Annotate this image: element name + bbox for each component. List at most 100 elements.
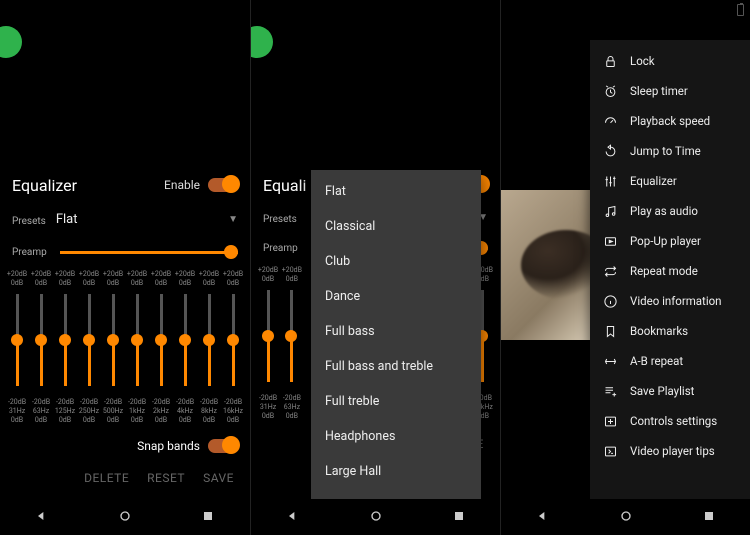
- menu-item-tips[interactable]: Video player tips: [590, 436, 750, 466]
- nav-back-icon[interactable]: [34, 508, 50, 527]
- eq-band-slider[interactable]: [54, 294, 76, 386]
- nav-back-icon[interactable]: [535, 508, 551, 527]
- presets-label: Presets: [12, 216, 46, 227]
- menu-item-label: Repeat mode: [630, 264, 698, 278]
- menu-item-label: Controls settings: [630, 414, 717, 428]
- db-bottom-label: -20dB8kHz0dB: [198, 398, 220, 425]
- eq-band-slider[interactable]: [126, 294, 148, 386]
- db-top-label: +20dB0dB: [150, 270, 172, 288]
- menu-item-label: Bookmarks: [630, 324, 688, 338]
- eq-band-slider[interactable]: [281, 290, 303, 382]
- db-bottom-label: -20dB125Hz0dB: [54, 398, 76, 425]
- menu-item-label: Lock: [630, 54, 655, 68]
- reset-button[interactable]: RESET: [147, 471, 185, 485]
- menu-item-lock[interactable]: Lock: [590, 46, 750, 76]
- preset-option[interactable]: Large Hall: [311, 454, 481, 489]
- eq-band-slider[interactable]: [78, 294, 100, 386]
- db-bottom-label: -20dB31Hz0dB: [6, 398, 28, 425]
- menu-item-bookmark[interactable]: Bookmarks: [590, 316, 750, 346]
- menu-item-label: Save Playlist: [630, 384, 694, 398]
- db-top-label: +20dB0dB: [222, 270, 244, 288]
- eq-bands: [0, 290, 250, 390]
- equalizer-title: Equalizer: [12, 176, 77, 195]
- nav-home-icon[interactable]: [618, 508, 634, 527]
- status-bar: [501, 0, 750, 20]
- bookmark-icon: [602, 323, 618, 339]
- menu-item-jump[interactable]: Jump to Time: [590, 136, 750, 166]
- preamp-label: Preamp: [12, 247, 52, 258]
- eq-band-slider[interactable]: [102, 294, 124, 386]
- db-top-label: +20dB0dB: [281, 266, 303, 284]
- chevron-down-icon: ▼: [228, 214, 238, 225]
- snap-bands-toggle[interactable]: [208, 439, 238, 453]
- menu-item-speed[interactable]: Playback speed: [590, 106, 750, 136]
- db-top-label: +20dB0dB: [78, 270, 100, 288]
- preamp-slider[interactable]: [60, 251, 238, 254]
- tips-icon: [602, 443, 618, 459]
- db-bottom-label: -20dB500Hz0dB: [102, 398, 124, 425]
- preset-option[interactable]: Dance: [311, 279, 481, 314]
- db-bottom-label: -20dB16kHz0dB: [222, 398, 244, 425]
- db-top-label: +20dB0dB: [102, 270, 124, 288]
- menu-item-audio[interactable]: Play as audio: [590, 196, 750, 226]
- preset-option[interactable]: Full bass: [311, 314, 481, 349]
- saveplaylist-icon: [602, 383, 618, 399]
- player-options-menu: Lock Sleep timer Playback speed Jump to …: [590, 40, 750, 499]
- preset-option[interactable]: Flat: [311, 174, 481, 209]
- save-button[interactable]: SAVE: [203, 471, 234, 485]
- nav-recent-icon[interactable]: [451, 508, 467, 527]
- android-navbar: [251, 499, 500, 535]
- db-top-label: +20dB0dB: [30, 270, 52, 288]
- eq-band-slider[interactable]: [174, 294, 196, 386]
- menu-item-repeat[interactable]: Repeat mode: [590, 256, 750, 286]
- jump-icon: [602, 143, 618, 159]
- preset-option[interactable]: Headphones: [311, 419, 481, 454]
- speed-icon: [602, 113, 618, 129]
- delete-button[interactable]: DELETE: [84, 471, 129, 485]
- nav-home-icon[interactable]: [117, 508, 133, 527]
- popup-icon: [602, 233, 618, 249]
- eq-band-slider[interactable]: [222, 294, 244, 386]
- alarm-icon: [602, 83, 618, 99]
- menu-item-abrepeat[interactable]: A-B repeat: [590, 346, 750, 376]
- eq-band-slider[interactable]: [198, 294, 220, 386]
- db-top-label: +20dB0dB: [198, 270, 220, 288]
- eq-band-slider[interactable]: [30, 294, 52, 386]
- screen-presets-open: Equali Presets ▼ Preamp +20dB0dB+20dB0dB…: [250, 0, 500, 535]
- menu-item-saveplaylist[interactable]: Save Playlist: [590, 376, 750, 406]
- enable-label: Enable: [164, 178, 200, 192]
- fab-button[interactable]: [0, 26, 22, 58]
- db-top-label: +20dB0dB: [6, 270, 28, 288]
- preset-option[interactable]: Classical: [311, 209, 481, 244]
- menu-item-equalizer[interactable]: Equalizer: [590, 166, 750, 196]
- abrepeat-icon: [602, 353, 618, 369]
- nav-recent-icon[interactable]: [200, 508, 216, 527]
- screen-equalizer: Equalizer Enable Presets Flat ▼ Preamp +…: [0, 0, 250, 535]
- presets-dropdown-menu: FlatClassicalClubDanceFull bassFull bass…: [311, 170, 481, 535]
- eq-band-slider[interactable]: [150, 294, 172, 386]
- nav-home-icon[interactable]: [368, 508, 384, 527]
- preset-dropdown[interactable]: Flat ▼: [56, 212, 238, 231]
- preset-option[interactable]: Full treble: [311, 384, 481, 419]
- android-navbar: [501, 499, 750, 535]
- menu-item-label: Equalizer: [630, 174, 677, 188]
- menu-item-alarm[interactable]: Sleep timer: [590, 76, 750, 106]
- eq-band-slider[interactable]: [257, 290, 279, 382]
- menu-item-info[interactable]: Video information: [590, 286, 750, 316]
- eq-band-slider[interactable]: [6, 294, 28, 386]
- menu-item-controls[interactable]: Controls settings: [590, 406, 750, 436]
- preset-option[interactable]: Club: [311, 244, 481, 279]
- nav-back-icon[interactable]: [285, 508, 301, 527]
- nav-recent-icon[interactable]: [701, 508, 717, 527]
- status-bar: [251, 0, 500, 20]
- fab-button[interactable]: [250, 26, 273, 58]
- preamp-label: Preamp: [263, 243, 303, 254]
- db-bottom-label: -20dB4kHz0dB: [174, 398, 196, 425]
- menu-item-popup[interactable]: Pop-Up player: [590, 226, 750, 256]
- audio-icon: [602, 203, 618, 219]
- db-top-label: +20dB0dB: [257, 266, 279, 284]
- preset-option[interactable]: Full bass and treble: [311, 349, 481, 384]
- menu-item-label: Pop-Up player: [630, 234, 701, 248]
- db-top-label: +20dB0dB: [54, 270, 76, 288]
- enable-toggle[interactable]: [208, 178, 238, 192]
